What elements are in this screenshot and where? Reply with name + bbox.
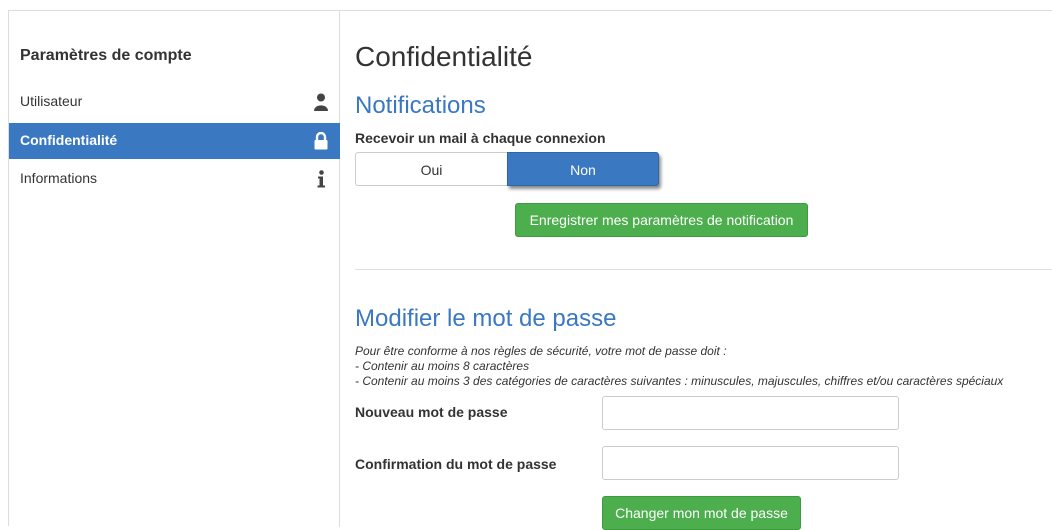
- password-rule-intro: Pour être conforme à nos règles de sécur…: [355, 344, 727, 358]
- settings-frame: Paramètres de compte Utilisateur Confide…: [8, 10, 1052, 530]
- notification-question: Recevoir un mail à chaque connexion: [355, 130, 606, 146]
- lock-icon: [313, 131, 329, 150]
- toggle-non-button[interactable]: Non: [507, 152, 659, 186]
- password-title: Modifier le mot de passe: [355, 305, 617, 332]
- notifications-title: Notifications: [355, 92, 486, 119]
- sidebar-title: Paramètres de compte: [20, 47, 192, 64]
- sidebar-item-informations[interactable]: Informations: [9, 161, 340, 197]
- main-content: Confidentialité Notifications Recevoir u…: [355, 11, 1052, 530]
- sidebar: Paramètres de compte Utilisateur Confide…: [9, 11, 340, 527]
- new-password-label: Nouveau mot de passe: [355, 404, 508, 420]
- notification-toggle: Oui Non: [355, 152, 659, 188]
- new-password-input[interactable]: [602, 396, 899, 430]
- password-rule-categories: - Contenir au moins 3 des catégories de …: [355, 374, 1004, 388]
- change-password-button[interactable]: Changer mon mot de passe: [602, 496, 801, 530]
- user-icon: [313, 93, 329, 111]
- toggle-oui-button[interactable]: Oui: [355, 152, 507, 186]
- sidebar-item-label: Confidentialité: [20, 132, 118, 148]
- sidebar-item-label: Utilisateur: [20, 93, 83, 109]
- info-icon: [313, 170, 329, 188]
- sidebar-item-utilisateur[interactable]: Utilisateur: [9, 84, 340, 120]
- sidebar-item-confidentialite[interactable]: Confidentialité: [9, 123, 340, 159]
- save-notification-button[interactable]: Enregistrer mes paramètres de notificati…: [515, 203, 808, 237]
- confirm-password-input[interactable]: [602, 446, 899, 480]
- page-title: Confidentialité: [355, 41, 533, 72]
- confirm-password-label: Confirmation du mot de passe: [355, 456, 557, 472]
- password-rule-length: - Contenir au moins 8 caractères: [355, 359, 530, 373]
- sidebar-item-label: Informations: [20, 170, 98, 186]
- password-rules: Pour être conforme à nos règles de sécur…: [355, 344, 1003, 389]
- section-divider: [355, 269, 1052, 270]
